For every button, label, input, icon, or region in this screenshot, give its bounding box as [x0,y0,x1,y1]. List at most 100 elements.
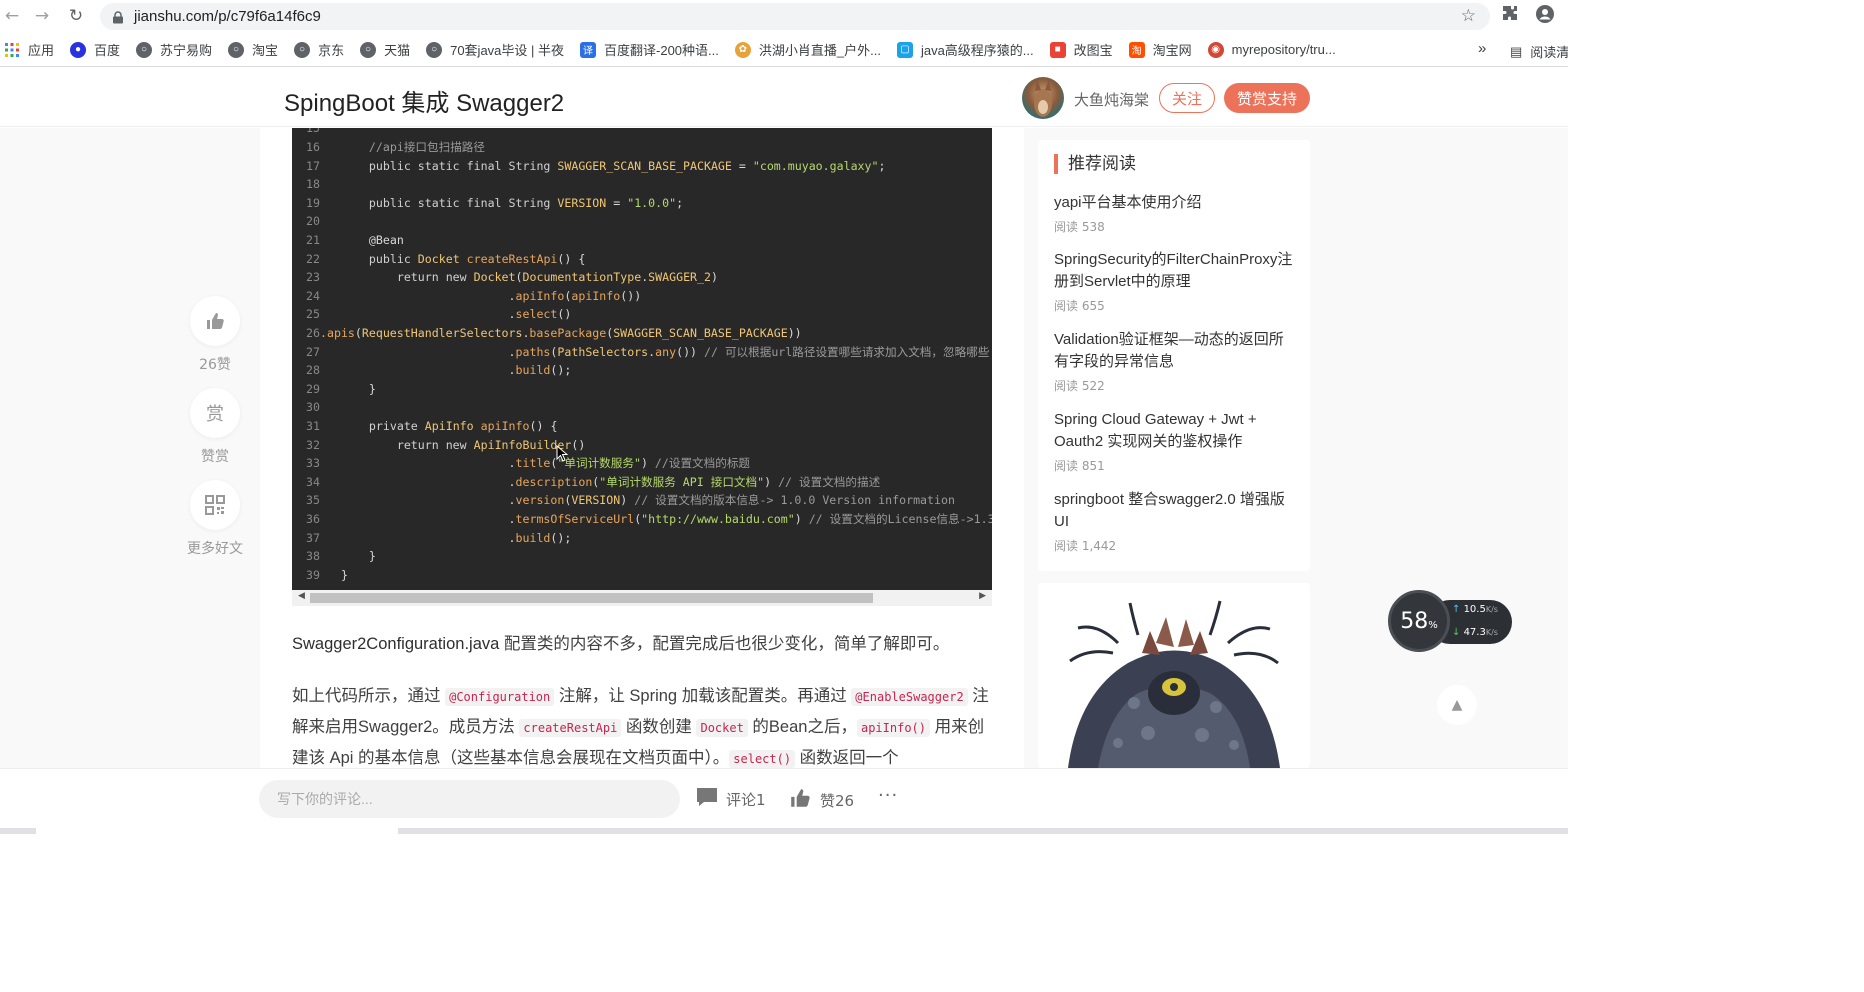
line-number: 31 [306,419,320,433]
upload-speed: ↑ 10.5K/s [1452,604,1498,615]
back-icon[interactable]: ← [0,4,24,28]
code-text: .description("单词计数服务 API 接口文档") // 设置文档的… [341,474,881,489]
reading-list-button[interactable]: ▤ 阅读清 [1510,42,1568,61]
line-number: 36 [306,512,320,526]
code-line: 30 [292,398,341,417]
code-text: .title("单词计数服务") //设置文档的标题 [341,456,751,471]
bookmark-suning[interactable]: ○ 苏宁易购 [136,40,212,59]
code-line: 20 [292,212,341,231]
comment-bubble-icon [696,787,718,812]
line-number: 16 [306,140,320,154]
bookmark-bilibili[interactable]: ▢ java高级程序猿的... [896,40,1034,59]
bookmark-taobao-net[interactable]: 淘淘宝网 [1128,40,1192,59]
code-text: .apis(RequestHandlerSelectors.basePackag… [320,326,802,340]
recommended-item[interactable]: SpringSecurity的FilterChainProxy注册到Servle… [1054,249,1294,314]
bookmark-live[interactable]: ✿ 洪湖小肖直播_户外... [734,40,881,59]
like-button[interactable]: 赞26 [788,787,854,814]
paragraph-text: 的Bean之后， [747,718,857,736]
scroll-thumb[interactable] [310,593,873,603]
bookmarks-overflow-button[interactable]: » [1478,40,1486,57]
extensions-icon[interactable] [1502,5,1518,25]
bookmark-label: 淘宝 [252,43,279,58]
recommended-item-title[interactable]: SpringSecurity的FilterChainProxy注册到Servle… [1054,249,1294,293]
caret-up-icon: ▲ [1451,697,1463,713]
code-line: 25 .select() [292,305,571,324]
support-button[interactable]: 赞赏支持 [1224,83,1310,113]
code-text: } [341,381,376,396]
article-paragraph: Swagger2Configuration.java 配置类的内容不多，配置完成… [292,629,992,659]
like-action[interactable]: 26赞 [190,296,240,374]
bookmark-jd[interactable]: ○ 京东 [294,40,344,59]
inline-code: createRestApi [519,719,622,737]
line-number: 26 [306,326,320,340]
line-number: 35 [306,493,320,508]
reload-icon[interactable]: ↻ [64,4,88,28]
more-options-button[interactable]: ··· [878,785,898,806]
comments-button[interactable]: 评论1 [696,787,766,812]
recommended-reading-card: 推荐阅读 yapi平台基本使用介绍 阅读 538 SpringSecurity的… [1038,140,1310,571]
scroll-left-icon[interactable]: ◀ [298,591,305,601]
bookmark-apps[interactable]: 应用 [4,40,54,59]
code-text: public Docket createRestApi() { [368,251,586,266]
author-name[interactable]: 大鱼炖海棠 [1074,89,1149,110]
inline-code: apiInfo() [856,719,930,737]
address-bar[interactable]: jianshu.com/p/c79f6a14f6c9 ☆ [100,3,1490,30]
comment-input[interactable]: 写下你的评论... [259,780,680,818]
bookmark-baidu-translate[interactable]: 译百度翻译-200种语... [580,40,719,59]
paragraph-text: 注解，让 Spring 加载该配置类。再通过 [554,687,852,705]
line-number: 28 [306,363,320,378]
more-articles-action[interactable]: 更多好文 [187,480,243,558]
code-line: 24 .apiInfo(apiInfo()) [292,287,641,306]
code-line: 35 .version(VERSION) // 设置文档的版本信息-> 1.0.… [292,491,955,510]
recommended-item[interactable]: Spring Cloud Gateway + Jwt + Oauth2 实现网关… [1054,409,1294,474]
line-number: 27 [306,344,320,359]
bookmark-baidu[interactable]: ● 百度 [70,40,120,59]
thumbs-up-icon[interactable] [190,296,240,346]
reward-icon[interactable]: 赏 [190,388,240,438]
bookmark-label: 改图宝 [1073,43,1113,58]
code-line: 17 public static final String SWAGGER_SC… [292,157,885,176]
follow-button[interactable]: 关注 [1159,83,1215,113]
line-number: 30 [306,400,320,415]
bookmark-label: 京东 [318,43,345,58]
scroll-right-icon[interactable]: ▶ [979,591,986,601]
bookmark-label: 淘宝网 [1152,43,1192,58]
recommended-item[interactable]: springboot 整合swagger2.0 增强版UI 阅读 1,442 [1054,489,1294,554]
code-line: 38 } [292,547,376,566]
code-text: //api接口包扫描路径 [368,140,485,154]
page-title: SpingBoot 集成 Swagger2 [284,90,565,117]
recommended-item[interactable]: Validation验证框架—动态的返回所有字段的异常信息 阅读 522 [1054,329,1294,394]
browser-toolbar: ← → ↻ jianshu.com/p/c79f6a14f6c9 ☆ [0,0,1568,33]
inline-code: Docket [696,719,748,737]
back-to-top-button[interactable]: ▲ [1437,685,1477,725]
code-line: 15 [306,128,320,135]
bookmark-taobao[interactable]: ○ 淘宝 [228,40,278,59]
like-count: 赞26 [820,792,855,810]
code-horizontal-scrollbar[interactable]: ◀ ▶ [292,590,992,606]
qr-code-icon[interactable] [190,480,240,530]
recommended-item-title[interactable]: Validation验证框架—动态的返回所有字段的异常信息 [1054,329,1294,373]
globe-icon: ○ [294,41,311,58]
recommended-item-title[interactable]: Spring Cloud Gateway + Jwt + Oauth2 实现网关… [1054,409,1294,453]
recommended-item-title[interactable]: yapi平台基本使用介绍 [1054,192,1294,214]
reward-action[interactable]: 赏 赞赏 [190,388,240,466]
bookmark-myrepository[interactable]: ◉ myrepository/tru... [1207,41,1336,58]
bookmark-java-projects[interactable]: ○ 70套java毕设 | 半夜 [426,40,564,59]
ad-image-card[interactable] [1038,583,1310,768]
recommended-title: 推荐阅读 [1054,154,1136,174]
recommended-item[interactable]: yapi平台基本使用介绍 阅读 538 [1054,192,1294,235]
code-text: @Bean [341,233,404,247]
avatar[interactable] [1022,77,1064,119]
bookmark-gaitubao[interactable]: ■ 改图宝 [1049,40,1113,59]
bookmark-label: myrepository/tru... [1231,42,1336,57]
mouse-cursor-icon [556,445,568,462]
bookmark-star-icon[interactable]: ☆ [1461,6,1476,26]
inline-code: select() [729,750,796,768]
bookmark-tmall[interactable]: ○ 天猫 [360,40,410,59]
forward-icon[interactable]: → [30,4,54,28]
bookmark-label: 天猫 [384,43,411,58]
apps-grid-icon [4,42,20,58]
profile-icon[interactable] [1536,5,1554,27]
translate-icon: 译 [580,41,597,58]
recommended-item-title[interactable]: springboot 整合swagger2.0 增强版UI [1054,489,1294,533]
